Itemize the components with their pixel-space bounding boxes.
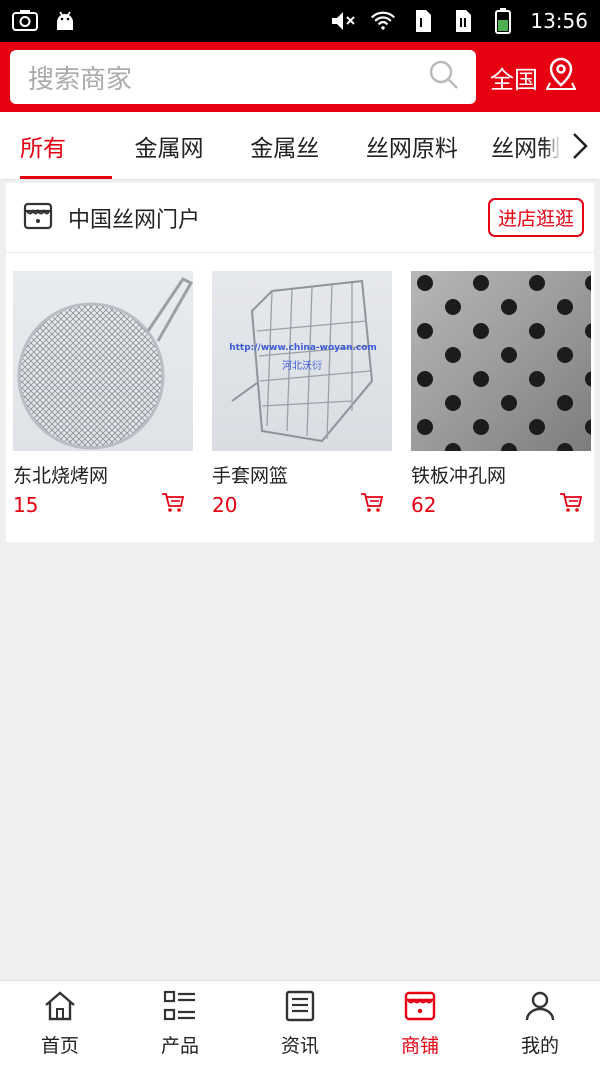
product-row: 62 (411, 492, 591, 518)
store-icon (22, 200, 54, 236)
nav-label: 产品 (160, 1035, 199, 1057)
product-image-perforated-plate[interactable] (411, 271, 591, 451)
status-bar: 13:56 (0, 0, 600, 42)
image-watermark-url: http://www.china-woyan.com (229, 343, 377, 353)
nav-home[interactable]: 首页 (0, 981, 120, 1067)
nav-label: 资讯 (280, 1035, 319, 1057)
product-row: 15 (13, 492, 193, 518)
sim1-icon (410, 8, 436, 34)
cart-icon[interactable] (559, 492, 583, 518)
nav-mine[interactable]: 我的 (480, 981, 600, 1067)
nav-label: 我的 (520, 1035, 559, 1057)
product-name: 东北烧烤网 (13, 465, 109, 487)
category-tabs: 所有 金属网 金属丝 丝网原料 丝网制品 (0, 112, 600, 180)
product-image-grill-mesh[interactable] (13, 271, 193, 451)
product-card[interactable]: http://www.china-woyan.com 河北沃衍 手套网篮 20 (212, 271, 392, 518)
news-icon (283, 990, 317, 1027)
tab-metal-mesh[interactable]: 金属网 (111, 112, 227, 179)
product-card[interactable]: 铁板冲孔网 62 (411, 271, 591, 518)
store-name: 中国丝网门户 (68, 207, 201, 233)
nav-label: 商铺 (400, 1035, 439, 1057)
visit-store-button[interactable]: 进店逛逛 (487, 198, 584, 237)
image-watermark-company: 河北沃衍 (282, 361, 322, 372)
status-left (12, 8, 78, 34)
tab-all[interactable]: 所有 (20, 112, 113, 179)
screenshot-icon (12, 8, 38, 34)
wifi-icon (370, 8, 396, 34)
search-icon[interactable] (428, 59, 460, 95)
location-pin-icon (545, 57, 577, 97)
product-price: 62 (411, 493, 437, 517)
product-row: 20 (212, 492, 392, 518)
search-placeholder: 搜索商家 (28, 64, 133, 95)
nav-label: 首页 (40, 1035, 79, 1057)
tab-mesh-raw-material[interactable]: 丝网原料 (343, 112, 482, 179)
bottom-nav: 首页 产品 资讯 商铺 我的 (0, 980, 600, 1067)
store-card: 中国丝网门户 进店逛逛 东北烧烤网 15 http://www.china-wo… (6, 183, 594, 542)
nav-shops[interactable]: 商铺 (360, 981, 480, 1067)
product-list-icon (163, 990, 197, 1027)
store-header[interactable]: 中国丝网门户 进店逛逛 (6, 183, 594, 253)
shop-icon (403, 990, 437, 1027)
product-list: 东北烧烤网 15 http://www.china-woyan.com 河北沃衍 (13, 271, 591, 518)
tab-label: 金属网 (134, 135, 204, 162)
mute-icon (330, 8, 356, 34)
nav-products[interactable]: 产品 (120, 981, 240, 1067)
search-input[interactable]: 搜索商家 (10, 50, 476, 104)
product-card[interactable]: 东北烧烤网 15 (13, 271, 193, 518)
tab-label: 丝网原料 (365, 135, 458, 162)
header: 搜索商家 全国 (0, 42, 600, 112)
tab-label: 金属丝 (250, 135, 320, 162)
cart-icon[interactable] (360, 492, 384, 518)
cart-icon[interactable] (161, 492, 185, 518)
clock: 13:56 (530, 9, 588, 33)
region-label: 全国 (490, 65, 538, 94)
nav-news[interactable]: 资讯 (240, 981, 360, 1067)
user-icon (523, 990, 557, 1027)
product-name: 铁板冲孔网 (411, 465, 507, 487)
tab-metal-wire[interactable]: 金属丝 (227, 112, 343, 179)
status-right: 13:56 (330, 8, 588, 34)
home-icon (43, 990, 77, 1027)
android-icon (52, 8, 78, 34)
chevron-right-icon[interactable] (560, 112, 600, 179)
sim2-icon (450, 8, 476, 34)
product-name: 手套网篮 (212, 465, 289, 487)
product-price: 15 (13, 493, 39, 517)
battery-icon (490, 8, 516, 34)
product-image-glove-basket[interactable]: http://www.china-woyan.com 河北沃衍 (212, 271, 392, 451)
region-selector[interactable]: 全国 (476, 57, 590, 97)
tab-label: 所有 (20, 135, 66, 162)
product-price: 20 (212, 493, 238, 517)
